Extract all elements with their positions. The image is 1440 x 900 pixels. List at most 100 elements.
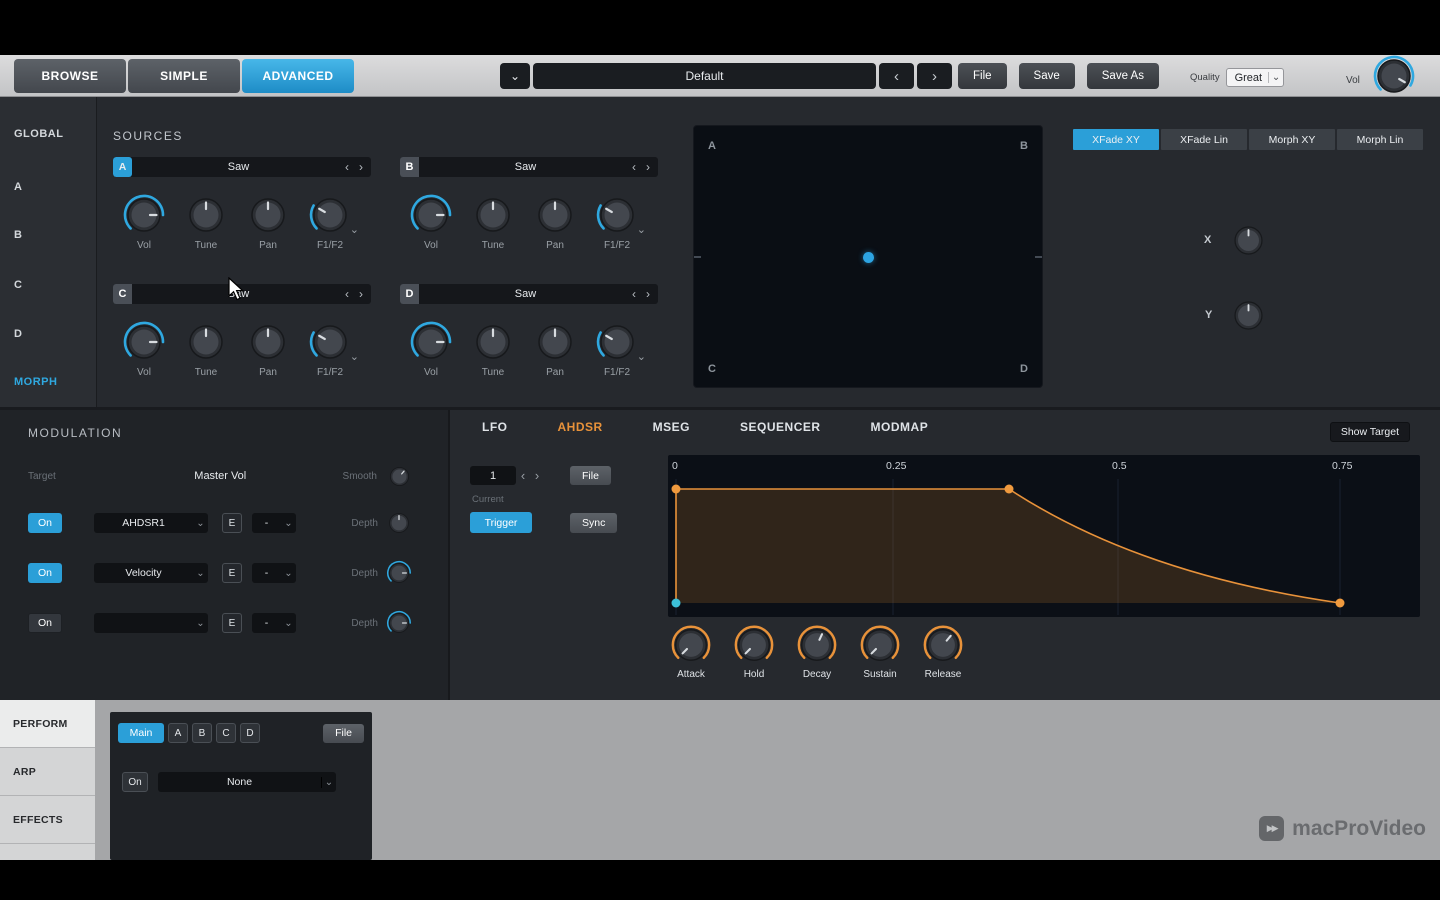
source-a-pan-knob[interactable] <box>246 193 290 237</box>
tab-lfo[interactable]: LFO <box>482 420 508 434</box>
perform-file-button[interactable]: File <box>323 723 364 743</box>
tab-xfade-lin[interactable]: XFade Lin <box>1161 129 1247 150</box>
mod-2-on-button[interactable]: On <box>28 563 62 583</box>
source-d-wave-selector[interactable]: D Saw ‹ › <box>400 284 658 304</box>
prev-wave-icon[interactable]: ‹ <box>345 160 349 174</box>
preset-next-button[interactable]: › <box>917 63 952 89</box>
mod-1-source-select[interactable]: AHDSR1 ⌄ <box>94 513 208 533</box>
mod-1-on-button[interactable]: On <box>28 513 62 533</box>
mod-3-curve-select[interactable]: - ⌄ <box>252 613 296 633</box>
attack-knob[interactable] <box>670 624 712 666</box>
preset-name-display[interactable]: Default <box>533 63 876 89</box>
sustain-knob[interactable] <box>859 624 901 666</box>
tab-mseg[interactable]: MSEG <box>653 420 690 434</box>
tab-b[interactable]: B <box>192 723 212 743</box>
prev-wave-icon[interactable]: ‹ <box>632 160 636 174</box>
source-b-vol-knob[interactable] <box>409 193 453 237</box>
source-d-tune-knob[interactable] <box>471 320 515 364</box>
file-button[interactable]: File <box>958 63 1007 89</box>
advanced-button[interactable]: ADVANCED <box>242 59 354 93</box>
smooth-knob[interactable] <box>387 464 412 489</box>
envelope-display[interactable]: 0 0.25 0.5 0.75 <box>668 455 1420 617</box>
morph-xy-pad[interactable]: A B C D <box>693 125 1043 388</box>
nav-item-global[interactable]: GLOBAL <box>14 128 63 140</box>
source-a-badge[interactable]: A <box>113 157 132 177</box>
tab-main[interactable]: Main <box>118 723 164 743</box>
mod-2-edit-button[interactable]: E <box>222 563 242 583</box>
next-wave-icon[interactable]: › <box>646 287 650 301</box>
target-value[interactable]: Master Vol <box>98 470 343 482</box>
preset-prev-button[interactable]: ‹ <box>879 63 914 89</box>
mod-3-depth-knob[interactable] <box>386 610 412 636</box>
nav-item-a[interactable]: A <box>14 181 22 193</box>
nav-item-perform[interactable]: PERFORM <box>0 700 95 748</box>
save-button[interactable]: Save <box>1018 63 1075 89</box>
next-wave-icon[interactable]: › <box>359 160 363 174</box>
hold-knob[interactable] <box>733 624 775 666</box>
next-wave-icon[interactable]: › <box>646 160 650 174</box>
tab-morph-lin[interactable]: Morph Lin <box>1337 129 1423 150</box>
envelope-file-button[interactable]: File <box>570 466 611 485</box>
source-d-filter-knob[interactable] <box>595 320 639 364</box>
source-a-tune-knob[interactable] <box>184 193 228 237</box>
tab-xfade-xy[interactable]: XFade XY <box>1073 129 1159 150</box>
source-b-wave-selector[interactable]: B Saw ‹ › <box>400 157 658 177</box>
nav-item-b[interactable]: B <box>14 229 22 241</box>
tab-d[interactable]: D <box>240 723 260 743</box>
source-b-tune-knob[interactable] <box>471 193 515 237</box>
mod-3-source-select[interactable]: ⌄ <box>94 613 208 633</box>
prev-wave-icon[interactable]: ‹ <box>632 287 636 301</box>
source-c-wave-selector[interactable]: C Saw ‹ › <box>113 284 371 304</box>
source-c-filter-knob[interactable] <box>308 320 352 364</box>
nav-item-morph[interactable]: MORPH <box>14 376 57 388</box>
quality-select[interactable]: Great ⌄ <box>1225 68 1285 87</box>
nav-item-effects[interactable]: EFFECTS <box>0 796 95 844</box>
mod-1-edit-button[interactable]: E <box>222 513 242 533</box>
mod-2-source-select[interactable]: Velocity ⌄ <box>94 563 208 583</box>
browse-button[interactable]: BROWSE <box>14 59 126 93</box>
mod-2-depth-knob[interactable] <box>386 560 412 586</box>
mod-2-curve-select[interactable]: - ⌄ <box>252 563 296 583</box>
release-knob[interactable] <box>922 624 964 666</box>
source-c-tune-knob[interactable] <box>184 320 228 364</box>
source-d-pan-knob[interactable] <box>533 320 577 364</box>
mod-1-curve-select[interactable]: - ⌄ <box>252 513 296 533</box>
source-a-filter-knob[interactable] <box>308 193 352 237</box>
simple-button[interactable]: SIMPLE <box>128 59 240 93</box>
show-target-button[interactable]: Show Target <box>1329 422 1410 442</box>
chevron-down-icon[interactable]: ⌄ <box>350 223 359 236</box>
mod-3-edit-button[interactable]: E <box>222 613 242 633</box>
save-as-button[interactable]: Save As <box>1086 63 1159 89</box>
sync-button[interactable]: Sync <box>570 513 618 533</box>
prev-wave-icon[interactable]: ‹ <box>345 287 349 301</box>
master-volume-knob[interactable] <box>1372 54 1416 98</box>
nav-item-arp[interactable]: ARP <box>0 748 95 796</box>
decay-knob[interactable] <box>796 624 838 666</box>
xy-position-handle[interactable] <box>863 252 874 263</box>
chevron-down-icon[interactable]: ⌄ <box>350 350 359 363</box>
source-b-pan-knob[interactable] <box>533 193 577 237</box>
nav-item-c[interactable]: C <box>14 279 22 291</box>
tab-sequencer[interactable]: SEQUENCER <box>740 420 821 434</box>
tab-a[interactable]: A <box>168 723 188 743</box>
source-b-badge[interactable]: B <box>400 157 419 177</box>
index-prev-icon[interactable]: ‹ <box>516 468 530 483</box>
perform-on-button[interactable]: On <box>122 772 148 792</box>
tab-ahdsr[interactable]: AHDSR <box>558 420 603 434</box>
chevron-down-icon[interactable]: ⌄ <box>637 223 646 236</box>
envelope-curve[interactable] <box>668 479 1420 615</box>
trigger-button[interactable]: Trigger <box>470 512 532 533</box>
mod-1-depth-knob[interactable] <box>386 510 412 536</box>
source-a-wave-selector[interactable]: A Saw ‹ › <box>113 157 371 177</box>
tab-morph-xy[interactable]: Morph XY <box>1249 129 1335 150</box>
source-d-vol-knob[interactable] <box>409 320 453 364</box>
perform-mode-select[interactable]: None ⌄ <box>158 772 336 792</box>
tab-modmap[interactable]: MODMAP <box>871 420 929 434</box>
chevron-down-icon[interactable]: ⌄ <box>637 350 646 363</box>
preset-menu-button[interactable]: ⌄ <box>500 63 530 89</box>
source-c-vol-knob[interactable] <box>122 320 166 364</box>
morph-x-knob[interactable] <box>1230 222 1267 259</box>
mod-3-on-button[interactable]: On <box>28 613 62 633</box>
source-c-pan-knob[interactable] <box>246 320 290 364</box>
source-d-badge[interactable]: D <box>400 284 419 304</box>
